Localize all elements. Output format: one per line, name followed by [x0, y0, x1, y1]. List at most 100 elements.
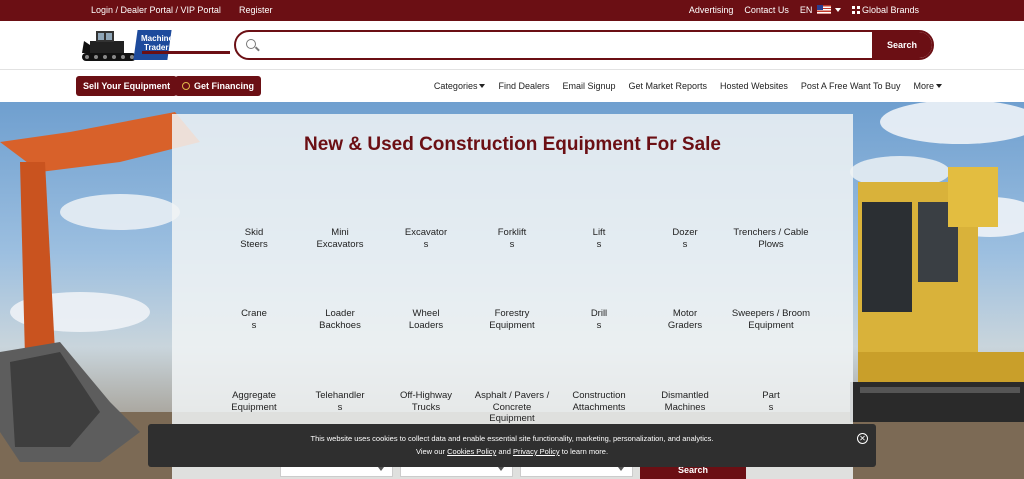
- cookie-banner: This website uses cookies to collect dat…: [148, 424, 876, 467]
- svg-text:Machinery: Machinery: [141, 34, 181, 43]
- language-selector[interactable]: EN: [800, 5, 841, 15]
- category-link[interactable]: Forestry Equipment: [469, 308, 555, 331]
- cookie-text-mid: and: [496, 447, 513, 456]
- category-label-line: Steers: [240, 238, 268, 250]
- us-flag-icon: [816, 5, 831, 14]
- get-financing-button[interactable]: Get Financing: [175, 76, 262, 96]
- category-label-line: Forklift: [497, 227, 527, 238]
- category-link[interactable]: Aggregate Equipment: [211, 390, 297, 413]
- category-label-line: Forestry: [494, 308, 530, 319]
- category-link[interactable]: Excavator s: [383, 227, 469, 250]
- nav-market-reports[interactable]: Get Market Reports: [629, 81, 708, 91]
- sell-equipment-button[interactable]: Sell Your Equipment: [76, 76, 178, 96]
- category-label-line: Attachments: [572, 401, 626, 413]
- category-label-line: Off-Highway: [399, 390, 453, 401]
- category-link[interactable]: Dozer s: [642, 227, 728, 250]
- category-link[interactable]: Loader Backhoes: [297, 308, 383, 331]
- category-label-line: Motor: [672, 308, 698, 319]
- category-link[interactable]: Sweepers / Broom Equipment: [728, 308, 814, 331]
- category-label-line: s: [509, 238, 515, 250]
- nav-post-want-to-buy[interactable]: Post A Free Want To Buy: [801, 81, 901, 91]
- top-utility-bar: Login / Dealer Portal / VIP Portal Regis…: [0, 0, 1024, 21]
- category-label-line: Loader: [325, 308, 355, 319]
- category-label-line: Asphalt / Pavers /: [474, 390, 550, 401]
- chevron-down-icon: [936, 84, 942, 88]
- machinery-trader-logo[interactable]: Machinery Trader: [82, 27, 230, 63]
- category-label-line: Crane: [241, 308, 267, 319]
- category-label-line: s: [251, 319, 257, 331]
- category-label-line: Concrete: [492, 401, 532, 413]
- chevron-down-icon: [479, 84, 486, 88]
- category-label-line: Part: [762, 390, 780, 401]
- cookies-policy-link[interactable]: Cookies Policy: [447, 447, 496, 456]
- get-financing-label: Get Financing: [194, 81, 255, 91]
- category-label-line: Skid: [244, 227, 264, 238]
- category-label-line: s: [596, 238, 602, 250]
- nav-hosted-websites[interactable]: Hosted Websites: [720, 81, 788, 91]
- category-link[interactable]: Construction Attachments: [556, 390, 642, 413]
- site-header: Machinery Trader Search: [0, 21, 1024, 70]
- category-link[interactable]: Forklift s: [469, 227, 555, 250]
- svg-text:Trader: Trader: [144, 43, 168, 52]
- cookie-text-pre: View our: [415, 447, 448, 456]
- category-label-line: Construction: [572, 390, 626, 401]
- category-label-line: Loaders: [408, 319, 444, 331]
- cookie-message: This website uses cookies to collect dat…: [310, 434, 714, 443]
- register-link[interactable]: Register: [239, 5, 273, 15]
- category-label-line: Graders: [667, 319, 703, 331]
- category-label-line: Sweepers / Broom: [731, 308, 811, 319]
- category-label-line: Equipment: [489, 413, 535, 424]
- cookie-links-line: View our Cookies Policy and Privacy Poli…: [148, 447, 876, 456]
- category-link[interactable]: Lift s: [556, 227, 642, 250]
- category-label-line: Plows: [758, 238, 784, 250]
- nav-more-label: More: [913, 81, 934, 91]
- category-label-line: s: [682, 238, 688, 250]
- nav-categories[interactable]: Categories: [434, 81, 486, 91]
- nav-email-signup[interactable]: Email Signup: [562, 81, 615, 91]
- category-link[interactable]: Mini Excavators: [297, 227, 383, 250]
- category-link[interactable]: Asphalt / Pavers / Concrete Equipment: [469, 390, 555, 425]
- category-label-line: Excavator: [404, 227, 448, 238]
- login-portal-link[interactable]: Login / Dealer Portal / VIP Portal: [91, 5, 221, 15]
- category-label-line: Machines: [664, 401, 706, 413]
- cookie-text-post: to learn more.: [559, 447, 609, 456]
- search-input[interactable]: [264, 32, 874, 58]
- language-label: EN: [799, 5, 813, 15]
- category-link[interactable]: Skid Steers: [211, 227, 297, 250]
- category-link[interactable]: Trenchers / Cable Plows: [728, 227, 814, 250]
- category-label-line: Equipment: [748, 319, 794, 331]
- category-label-line: Backhoes: [319, 319, 361, 331]
- category-link[interactable]: Dismantled Machines: [642, 390, 728, 413]
- category-link[interactable]: Motor Graders: [642, 308, 728, 331]
- grid-icon: [851, 6, 860, 14]
- category-label-line: Lift: [592, 227, 606, 238]
- category-label-line: Dismantled: [661, 390, 709, 401]
- global-brands-link[interactable]: Global Brands: [851, 5, 919, 15]
- category-link[interactable]: Wheel Loaders: [383, 308, 469, 331]
- category-label-line: Mini: [331, 227, 349, 238]
- nav-find-dealers[interactable]: Find Dealers: [498, 81, 549, 91]
- category-link[interactable]: Crane s: [211, 308, 297, 331]
- category-link[interactable]: Off-Highway Trucks: [383, 390, 469, 413]
- dollar-icon: [182, 82, 190, 90]
- category-label-line: Trenchers / Cable: [733, 227, 809, 238]
- close-icon[interactable]: ✕: [857, 433, 868, 444]
- chevron-down-icon: [834, 8, 841, 12]
- category-label-line: s: [768, 401, 774, 413]
- category-link[interactable]: Telehandler s: [297, 390, 383, 413]
- category-label-line: Equipment: [489, 319, 535, 331]
- category-label-line: Drill: [590, 308, 608, 319]
- category-label-line: Dozer: [672, 227, 698, 238]
- privacy-policy-link[interactable]: Privacy Policy: [513, 447, 560, 456]
- nav-more[interactable]: More: [913, 81, 942, 91]
- search-button[interactable]: Search: [872, 32, 932, 58]
- category-label-line: Aggregate: [232, 390, 276, 401]
- category-label-line: Trucks: [411, 401, 441, 413]
- nav-categories-label: Categories: [433, 81, 478, 91]
- contact-link[interactable]: Contact Us: [744, 5, 789, 15]
- advertising-link[interactable]: Advertising: [689, 5, 734, 15]
- category-link[interactable]: Drill s: [556, 308, 642, 331]
- global-brands-label: Global Brands: [861, 5, 919, 15]
- category-link[interactable]: Part s: [728, 390, 814, 413]
- category-label-line: Equipment: [231, 401, 277, 413]
